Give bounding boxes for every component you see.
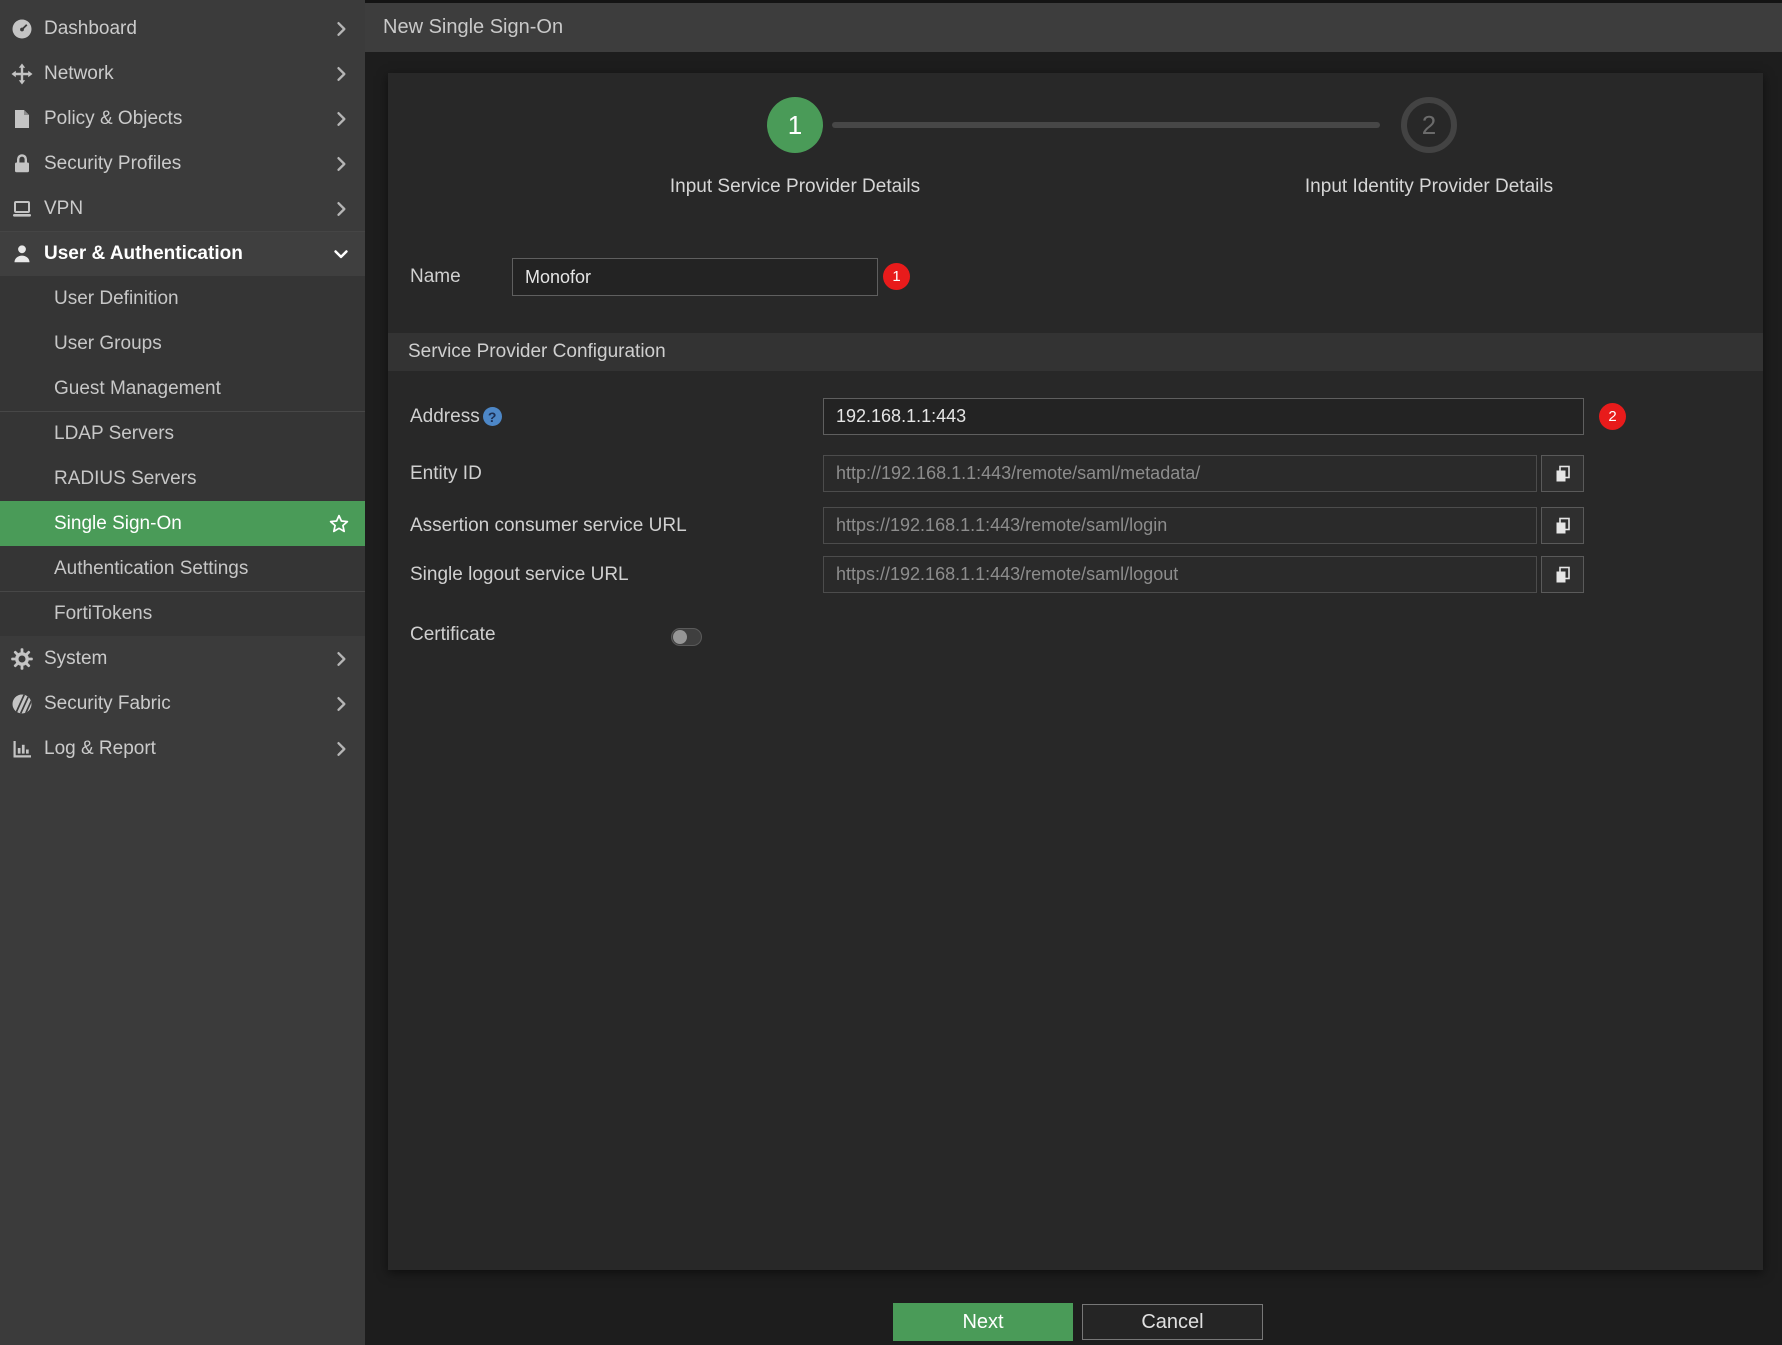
wizard-step-2: 2 bbox=[1401, 97, 1457, 153]
entity-id-input bbox=[823, 455, 1537, 492]
sidebar-nav: Dashboard Network Policy & Objects Secur… bbox=[0, 0, 365, 771]
chevron-right-icon bbox=[331, 739, 351, 759]
error-badge-2: 2 bbox=[1599, 403, 1626, 430]
sidebar-item-security-fabric[interactable]: Security Fabric bbox=[0, 681, 365, 726]
question-mark-icon[interactable]: ? bbox=[483, 407, 502, 426]
content-panel: 1 2 Input Service Provider Details Input… bbox=[388, 73, 1763, 1270]
sidebar-group-user-authentication: User & Authentication User Definition Us… bbox=[0, 231, 365, 636]
bar-chart-icon bbox=[10, 737, 34, 761]
wizard-step-1-label: Input Service Provider Details bbox=[545, 176, 1045, 198]
sidebar-item-label: User & Authentication bbox=[44, 243, 331, 265]
address-label: Address? bbox=[410, 398, 502, 435]
certificate-toggle[interactable] bbox=[671, 628, 702, 646]
acs-url-input bbox=[823, 507, 1537, 544]
monitor-icon bbox=[10, 197, 34, 221]
sidebar-item-user-authentication[interactable]: User & Authentication bbox=[0, 231, 365, 276]
name-label: Name bbox=[410, 258, 461, 296]
sidebar-item-vpn[interactable]: VPN bbox=[0, 186, 365, 231]
chevron-right-icon bbox=[331, 199, 351, 219]
sidebar-item-label: Dashboard bbox=[44, 18, 331, 40]
sidebar-item-radius-servers[interactable]: RADIUS Servers bbox=[0, 456, 365, 501]
sidebar-item-user-definition[interactable]: User Definition bbox=[0, 276, 365, 321]
sidebar-item-label: FortiTokens bbox=[54, 603, 351, 625]
sidebar-item-label: RADIUS Servers bbox=[54, 468, 351, 490]
sidebar-item-label: User Definition bbox=[54, 288, 351, 310]
entity-id-label: Entity ID bbox=[410, 455, 482, 492]
fabric-icon bbox=[10, 692, 34, 716]
sidebar-item-label: Authentication Settings bbox=[54, 558, 351, 580]
sidebar-item-label: System bbox=[44, 648, 331, 670]
sidebar-item-user-groups[interactable]: User Groups bbox=[0, 321, 365, 366]
sidebar-item-label: Single Sign-On bbox=[54, 513, 327, 535]
sidebar-item-dashboard[interactable]: Dashboard bbox=[0, 6, 365, 51]
star-icon[interactable] bbox=[327, 512, 351, 536]
copy-acs-url-button[interactable] bbox=[1541, 507, 1584, 544]
chevron-right-icon bbox=[331, 154, 351, 174]
sidebar: Dashboard Network Policy & Objects Secur… bbox=[0, 0, 365, 1345]
sidebar-item-fortitokens[interactable]: FortiTokens bbox=[0, 591, 365, 636]
copy-icon bbox=[1553, 516, 1573, 536]
next-button[interactable]: Next bbox=[893, 1303, 1073, 1341]
toggle-knob-icon bbox=[673, 630, 687, 644]
sidebar-item-label: Network bbox=[44, 63, 331, 85]
sidebar-item-label: User Groups bbox=[54, 333, 351, 355]
wizard-progress-track bbox=[832, 122, 1380, 128]
chevron-right-icon bbox=[331, 64, 351, 84]
sidebar-item-authentication-settings[interactable]: Authentication Settings bbox=[0, 546, 365, 591]
chevron-right-icon bbox=[331, 649, 351, 669]
sidebar-item-label: VPN bbox=[44, 198, 331, 220]
copy-entity-id-button[interactable] bbox=[1541, 455, 1584, 492]
cancel-button[interactable]: Cancel bbox=[1082, 1304, 1263, 1340]
address-input[interactable] bbox=[823, 398, 1584, 435]
certificate-label: Certificate bbox=[410, 616, 496, 654]
sidebar-item-policy-objects[interactable]: Policy & Objects bbox=[0, 96, 365, 141]
wizard-step-1: 1 bbox=[767, 97, 823, 153]
user-icon bbox=[10, 242, 34, 266]
page-header: New Single Sign-On bbox=[365, 3, 1782, 52]
sidebar-item-label: Guest Management bbox=[54, 378, 351, 400]
slo-url-label: Single logout service URL bbox=[410, 556, 629, 593]
gauge-icon bbox=[10, 17, 34, 41]
sidebar-item-system[interactable]: System bbox=[0, 636, 365, 681]
move-icon bbox=[10, 62, 34, 86]
page-title: New Single Sign-On bbox=[383, 16, 563, 39]
acs-url-label: Assertion consumer service URL bbox=[410, 507, 687, 544]
sidebar-item-single-sign-on[interactable]: Single Sign-On bbox=[0, 501, 365, 546]
sidebar-item-guest-management[interactable]: Guest Management bbox=[0, 366, 365, 411]
lock-icon bbox=[10, 152, 34, 176]
sidebar-item-security-profiles[interactable]: Security Profiles bbox=[0, 141, 365, 186]
sidebar-item-log-report[interactable]: Log & Report bbox=[0, 726, 365, 771]
chevron-down-icon bbox=[331, 244, 351, 264]
error-badge-1: 1 bbox=[883, 263, 910, 290]
sidebar-item-label: Policy & Objects bbox=[44, 108, 331, 130]
sidebar-item-label: Security Fabric bbox=[44, 693, 331, 715]
sidebar-item-network[interactable]: Network bbox=[0, 51, 365, 96]
sidebar-item-ldap-servers[interactable]: LDAP Servers bbox=[0, 411, 365, 456]
sidebar-item-label: Security Profiles bbox=[44, 153, 331, 175]
name-input[interactable] bbox=[512, 258, 878, 296]
sidebar-item-label: LDAP Servers bbox=[54, 423, 351, 445]
gear-icon bbox=[10, 647, 34, 671]
document-icon bbox=[10, 107, 34, 131]
copy-icon bbox=[1553, 464, 1573, 484]
section-header-service-provider: Service Provider Configuration bbox=[388, 333, 1763, 371]
wizard-step-2-label: Input Identity Provider Details bbox=[1179, 176, 1679, 198]
chevron-right-icon bbox=[331, 694, 351, 714]
slo-url-input bbox=[823, 556, 1537, 593]
sidebar-item-label: Log & Report bbox=[44, 738, 331, 760]
copy-icon bbox=[1553, 565, 1573, 585]
chevron-right-icon bbox=[331, 19, 351, 39]
chevron-right-icon bbox=[331, 109, 351, 129]
copy-slo-url-button[interactable] bbox=[1541, 556, 1584, 593]
